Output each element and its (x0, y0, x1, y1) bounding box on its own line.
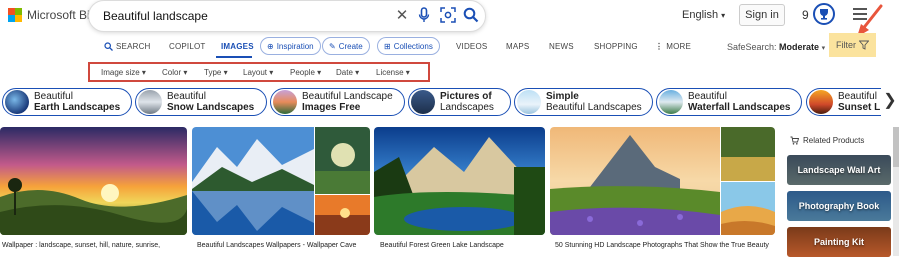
tab-shopping[interactable]: SHOPPING (594, 42, 638, 51)
chip-thumbnail (517, 90, 541, 114)
more-dots-icon: ⋮ (655, 42, 664, 51)
scrollbar-thumb[interactable] (893, 127, 899, 167)
create-icon: ✎ (329, 41, 336, 51)
image-sand-dunes (721, 182, 775, 235)
search-small-icon (104, 42, 113, 51)
result-caption-2[interactable]: Beautiful Landscapes Wallpapers - Wallpa… (197, 241, 372, 250)
image-sunset-hills (0, 127, 187, 235)
result-image-2c[interactable] (315, 195, 370, 235)
filter-label: Filter (836, 40, 856, 50)
product-card-wall-art[interactable]: Landscape Wall Art (787, 155, 891, 185)
shopping-cart-icon (790, 136, 799, 145)
filter-people[interactable]: People ▾ (290, 68, 321, 77)
search-icon[interactable] (462, 7, 480, 25)
result-image-3[interactable] (374, 127, 545, 235)
tab-search[interactable]: SEARCH (104, 42, 151, 51)
microsoft-logo-icon (8, 8, 22, 22)
rewards-trophy-icon[interactable] (813, 3, 835, 25)
clear-icon[interactable]: ✕ (393, 7, 411, 25)
related-chip-pictures-of-landscapes[interactable]: Pictures of Landscapes (408, 88, 511, 116)
filter-color[interactable]: Color ▾ (162, 68, 187, 77)
tab-images[interactable]: IMAGES (221, 42, 254, 51)
result-caption-3[interactable]: Beautiful Forest Green Lake Landscape (380, 241, 545, 250)
chip-thumbnail (411, 90, 435, 114)
related-chip-simple-beautiful-landscapes[interactable]: Simple Beautiful Landscapes (514, 88, 653, 116)
result-image-2[interactable] (192, 127, 314, 235)
chip-thumbnail (809, 90, 833, 114)
sign-in-button[interactable]: Sign in (739, 4, 785, 26)
related-products-title: Related Products (790, 136, 864, 145)
safesearch-selector[interactable]: SafeSearch: Moderate ▾ (727, 42, 825, 52)
result-caption-1[interactable]: Wallpaper : landscape, sunset, hill, nat… (2, 241, 187, 250)
chevron-down-icon: ▾ (821, 45, 826, 52)
related-chip-sunset-landscapes[interactable]: Beautiful Sunset L (806, 88, 881, 116)
image-mountain-lake (192, 127, 314, 235)
product-card-painting-kit[interactable]: Painting Kit (787, 227, 891, 257)
image-sunset-lake (315, 195, 370, 235)
tab-create[interactable]: ✎ Create (322, 37, 370, 55)
result-image-4[interactable] (550, 127, 720, 235)
tab-collections[interactable]: ⊞ Collections (377, 37, 440, 55)
active-tab-indicator (216, 56, 252, 58)
inspiration-icon: ⊕ (267, 41, 274, 51)
chip-thumbnail (138, 90, 162, 114)
search-input[interactable]: Beautiful landscape (103, 9, 208, 23)
chevron-down-icon: ▾ (721, 11, 726, 20)
tab-maps[interactable]: MAPS (506, 42, 529, 51)
tab-news[interactable]: NEWS (549, 42, 574, 51)
filter-layout[interactable]: Layout ▾ (243, 68, 273, 77)
related-chip-earth-landscapes[interactable]: Beautiful Earth Landscapes (2, 88, 132, 116)
related-chip-landscape-images-free[interactable]: Beautiful Landscape Images Free (270, 88, 405, 116)
rewards-count[interactable]: 9 (802, 8, 809, 22)
visual-search-icon[interactable] (439, 7, 457, 25)
tab-more[interactable]: ⋮ MORE (655, 42, 691, 51)
tab-copilot[interactable]: COPILOT (169, 42, 206, 51)
filter-date[interactable]: Date ▾ (336, 68, 359, 77)
chevron-right-icon[interactable]: ❯ (881, 89, 899, 113)
filter-license[interactable]: License ▾ (376, 68, 410, 77)
result-image-2b[interactable] (315, 127, 370, 194)
language-selector[interactable]: English ▾ (682, 9, 725, 21)
result-image-1[interactable] (0, 127, 187, 235)
microphone-icon[interactable] (415, 7, 433, 25)
image-wheat-field (721, 127, 775, 181)
image-meadow-mountain (550, 127, 720, 235)
result-caption-4[interactable]: 50 Stunning HD Landscape Photographs Tha… (555, 241, 777, 250)
image-green-lake (374, 127, 545, 235)
related-chip-snow-landscapes[interactable]: Beautiful Snow Landscapes (135, 88, 267, 116)
tab-videos[interactable]: VIDEOS (456, 42, 487, 51)
search-box[interactable]: Beautiful landscape ✕ (88, 0, 486, 32)
chip-thumbnail (5, 90, 29, 114)
safesearch-value: Moderate (779, 42, 820, 52)
filter-button[interactable]: Filter (829, 33, 876, 57)
language-label: English (682, 9, 719, 21)
tab-inspiration[interactable]: ⊕ Inspiration (260, 37, 321, 55)
result-image-4b[interactable] (721, 127, 775, 181)
collections-icon: ⊞ (384, 41, 391, 51)
safesearch-label: SafeSearch: (727, 42, 777, 52)
chip-thumbnail (273, 90, 297, 114)
image-sun-forest (315, 127, 370, 194)
filter-type[interactable]: Type ▾ (204, 68, 228, 77)
result-image-4c[interactable] (721, 182, 775, 235)
filter-image-size[interactable]: Image size ▾ (101, 68, 146, 77)
chip-thumbnail (659, 90, 683, 114)
product-card-photography-book[interactable]: Photography Book (787, 191, 891, 221)
related-chip-waterfall-landscapes[interactable]: Beautiful Waterfall Landscapes (656, 88, 802, 116)
funnel-icon (859, 40, 869, 50)
